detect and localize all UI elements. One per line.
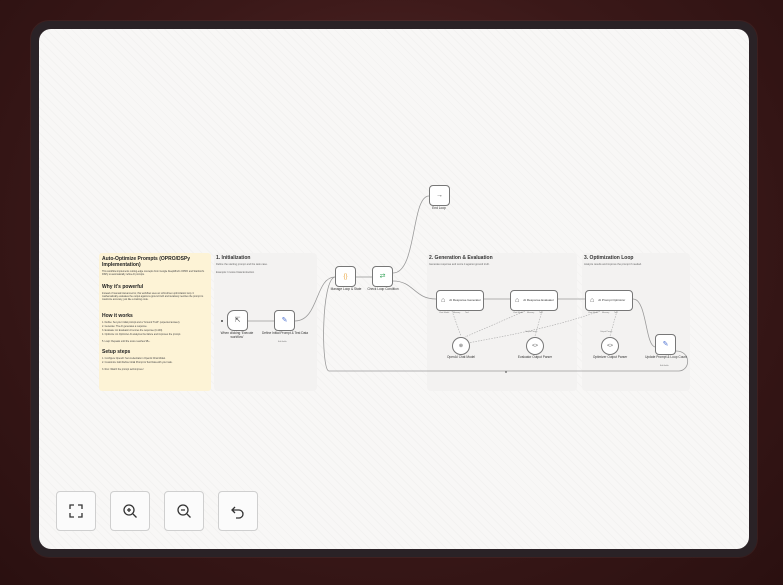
check-loop-node[interactable]: ⇄ [372, 266, 393, 287]
code-icon: <> [532, 343, 538, 349]
openai-icon: ⊛ [458, 343, 464, 349]
reset-zoom-icon [231, 506, 244, 519]
optimizer-parser-node[interactable]: <> [601, 337, 619, 355]
evaluator-agent-node[interactable]: ⌂ AI Response Evaluator [510, 290, 558, 311]
branch-icon: ⇄ [379, 273, 386, 280]
port-label: Output Parser [600, 331, 613, 333]
robot-icon: ⌂ [590, 297, 595, 304]
edge-chat-model [464, 310, 526, 338]
zoom-in-button[interactable] [110, 491, 150, 531]
port-label: Memory [527, 312, 535, 314]
arrow-right-icon: → [436, 192, 443, 199]
update-prompt-node[interactable]: ✎ [655, 334, 676, 355]
node-sublabel: Edit fields [278, 341, 287, 343]
node-label: Check Loop Condition [367, 287, 399, 291]
zoom-out-button[interactable] [164, 491, 204, 531]
node-label: Optimizer Output Parser [592, 355, 628, 359]
port-label: Tool [465, 312, 469, 314]
node-label: Define Initial Prompt & Test Data [262, 331, 309, 335]
fit-view-button[interactable] [56, 491, 96, 531]
zoom-in-icon [123, 504, 137, 518]
port-label: Chat Model [588, 312, 599, 314]
port-label: Chat Model [513, 312, 524, 314]
node-label: AI Response Evaluator [523, 297, 554, 302]
pencil-icon: ✎ [662, 341, 669, 348]
port-dot [221, 320, 223, 322]
port-label: Memory [453, 312, 461, 314]
openai-model-node[interactable]: ⊛ [452, 337, 470, 355]
generator-agent-node[interactable]: ⌂ AI Response Generator [436, 290, 484, 311]
port-label: Chat Model [439, 312, 450, 314]
node-label: Evaluator Output Parser [517, 355, 553, 359]
port-label: Memory [602, 312, 610, 314]
node-label: AI Prompt Optimizer [598, 297, 626, 302]
reset-zoom-button[interactable] [218, 491, 258, 531]
node-label: When clicking 'Execute workflow' [220, 331, 254, 339]
zoom-out-icon [177, 504, 191, 518]
node-label: AI Response Generator [449, 297, 481, 302]
port-dot [505, 371, 507, 373]
optimizer-agent-node[interactable]: ⌂ AI Prompt Optimizer [585, 290, 633, 311]
edge-chat-model [451, 310, 462, 337]
node-label: End Loop [432, 206, 446, 210]
trigger-node[interactable]: ⇱ [227, 310, 248, 331]
node-sublabel: Edit fields [660, 365, 669, 367]
fit-view-icon [69, 504, 83, 518]
manage-loop-node[interactable]: {} [335, 266, 356, 287]
define-prompt-node[interactable]: ✎ [274, 310, 295, 331]
port-label: Tool [614, 312, 618, 314]
pencil-icon: ✎ [281, 317, 288, 324]
node-label: OpenAI Chat Model [447, 355, 475, 359]
port-label: Output Parser [525, 331, 538, 333]
edge [632, 298, 656, 348]
node-label: Update Prompt & Loop Count [645, 355, 687, 359]
code-icon: <> [607, 343, 613, 349]
workflow-canvas[interactable]: Auto-Optimize Prompts (OPRO/DSPy Impleme… [39, 29, 749, 549]
edge [294, 276, 336, 322]
cursor-click-icon: ⇱ [234, 317, 241, 324]
robot-icon: ⌂ [515, 297, 520, 304]
evaluator-parser-node[interactable]: <> [526, 337, 544, 355]
end-loop-node[interactable]: → [429, 185, 450, 206]
robot-icon: ⌂ [441, 297, 446, 304]
port-label: Tool [539, 312, 543, 314]
code-braces-icon: {} [343, 273, 348, 280]
